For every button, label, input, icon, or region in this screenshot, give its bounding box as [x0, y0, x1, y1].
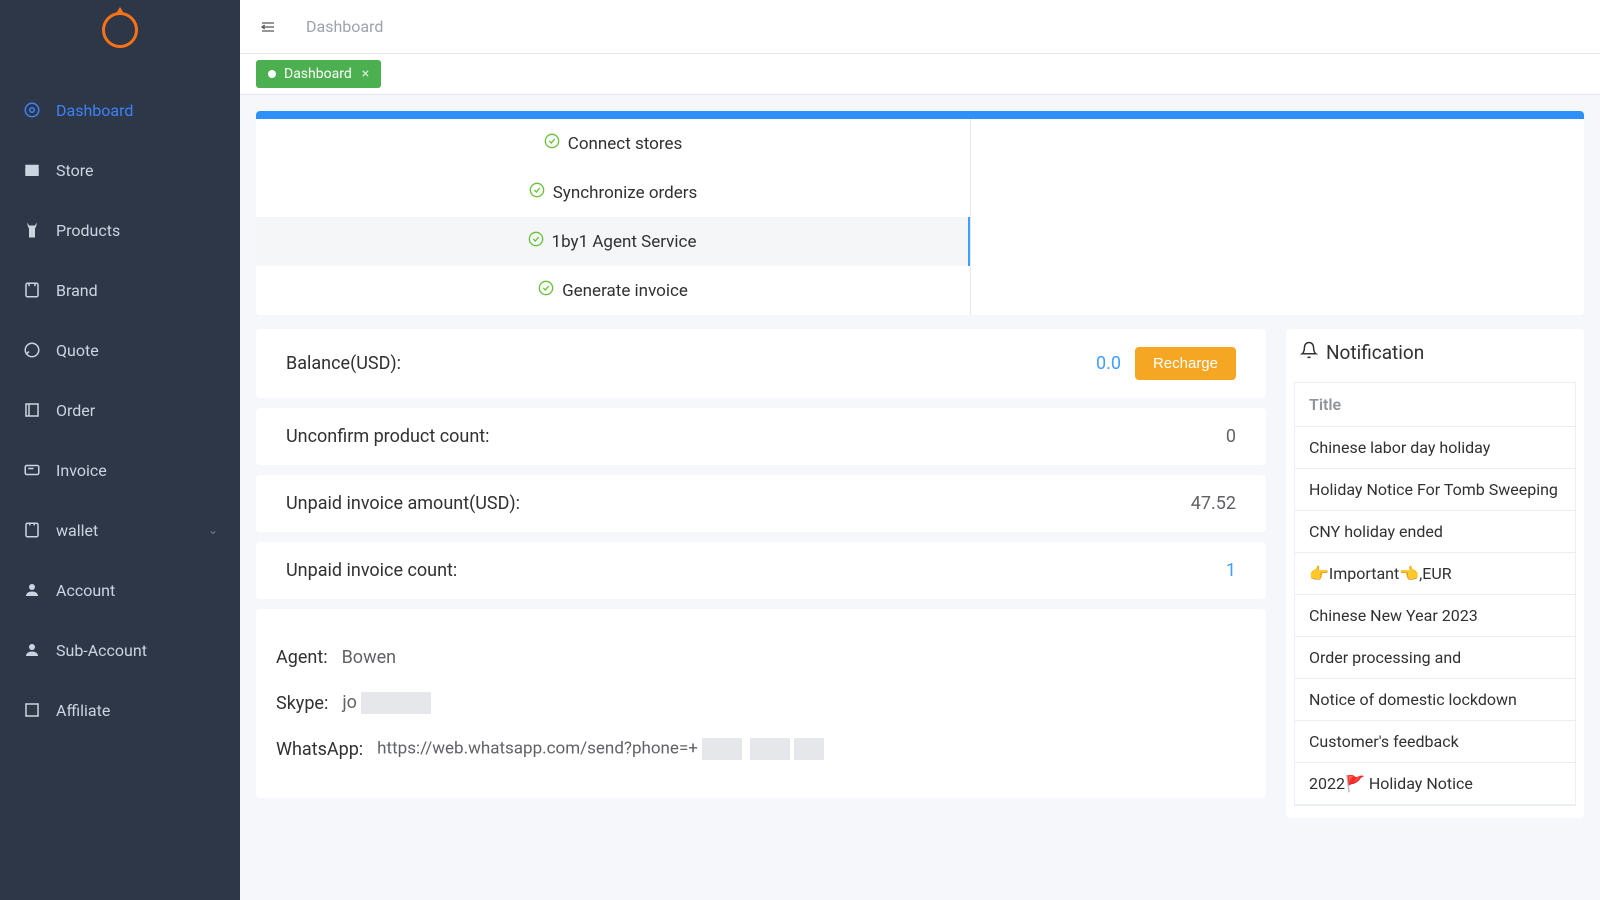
notification-item[interactable]: Order processing and — [1295, 637, 1575, 679]
notification-item[interactable]: Holiday Notice For Tomb Sweeping — [1295, 469, 1575, 511]
check-circle-icon — [544, 133, 560, 154]
nav: Dashboard Store Products Brand — [0, 60, 240, 740]
sidebar-item-store[interactable]: Store — [0, 140, 240, 200]
sidebar-item-products[interactable]: Products — [0, 200, 240, 260]
sidebar-item-order[interactable]: Order — [0, 380, 240, 440]
unpaid-amount-label: Unpaid invoice amount(USD): — [286, 493, 520, 514]
unpaid-count-card: Unpaid invoice count: 1 — [256, 542, 1266, 599]
sidebar-item-account[interactable]: Account — [0, 560, 240, 620]
sidebar-item-wallet[interactable]: wallet ⌄ — [0, 500, 240, 560]
step-label: 1by1 Agent Service — [552, 232, 697, 252]
sidebar-item-label: Brand — [56, 281, 98, 300]
sidebar-item-label: Quote — [56, 341, 99, 360]
breadcrumb: Dashboard — [306, 17, 383, 36]
notification-item[interactable]: 2022🚩 Holiday Notice — [1295, 763, 1575, 805]
whatsapp-link[interactable]: https://web.whatsapp.com/send?phone=+ — [377, 738, 824, 760]
tab-dashboard[interactable]: Dashboard × — [256, 60, 381, 88]
invoice-icon — [22, 460, 42, 480]
skype-value: jo — [342, 692, 431, 714]
balance-value: 0.0 — [1096, 353, 1121, 374]
notification-column-header: Title — [1295, 383, 1575, 427]
sidebar-item-affiliate[interactable]: Affiliate — [0, 680, 240, 740]
notification-item[interactable]: Notice of domestic lockdown — [1295, 679, 1575, 721]
step-synchronize-orders[interactable]: Synchronize orders — [256, 168, 970, 217]
notification-item[interactable]: CNY holiday ended — [1295, 511, 1575, 553]
wallet-icon — [22, 520, 42, 540]
sidebar-item-brand[interactable]: Brand — [0, 260, 240, 320]
notification-item[interactable]: Customer's feedback — [1295, 721, 1575, 763]
sidebar-item-label: Affiliate — [56, 701, 110, 720]
progress-bar — [256, 111, 1584, 119]
notification-panel: Notification Title Chinese labor day hol… — [1286, 329, 1584, 818]
sidebar-item-invoice[interactable]: Invoice — [0, 440, 240, 500]
step-label: Generate invoice — [562, 281, 688, 301]
balance-label: Balance(USD): — [286, 353, 401, 374]
sidebar-item-label: Account — [56, 581, 115, 600]
dashboard-icon — [22, 100, 42, 120]
skype-label: Skype: — [276, 693, 328, 714]
bell-icon — [1300, 341, 1318, 364]
sidebar-collapse-button[interactable] — [258, 17, 278, 37]
step-label: Synchronize orders — [553, 183, 698, 203]
tabbar: Dashboard × — [240, 54, 1600, 95]
unpaid-count-label: Unpaid invoice count: — [286, 560, 457, 581]
check-circle-icon — [538, 280, 554, 301]
subaccount-icon — [22, 640, 42, 660]
sidebar-item-label: Sub-Account — [56, 641, 147, 660]
sidebar-item-label: Store — [56, 161, 93, 180]
account-icon — [22, 580, 42, 600]
agent-label: Agent: — [276, 647, 328, 668]
step-label: Connect stores — [568, 134, 682, 154]
recharge-button[interactable]: Recharge — [1135, 347, 1236, 380]
tab-label: Dashboard — [284, 66, 352, 82]
balance-card: Balance(USD): 0.0 Recharge — [256, 329, 1266, 398]
logo-icon — [102, 12, 138, 48]
unpaid-count-value[interactable]: 1 — [1226, 560, 1236, 581]
agent-info-card: Agent: Bowen Skype: jo WhatsApp: https:/… — [256, 609, 1266, 798]
logo — [0, 0, 240, 60]
sidebar-item-subaccount[interactable]: Sub-Account — [0, 620, 240, 680]
affiliate-icon — [22, 700, 42, 720]
step-detail-panel — [970, 119, 1584, 315]
step-generate-invoice[interactable]: Generate invoice — [256, 266, 970, 315]
step-agent-service[interactable]: 1by1 Agent Service — [256, 217, 971, 266]
unpaid-amount-card: Unpaid invoice amount(USD): 47.52 — [256, 475, 1266, 532]
sidebar-item-label: Dashboard — [56, 101, 133, 120]
sidebar-item-label: Invoice — [56, 461, 107, 480]
whatsapp-label: WhatsApp: — [276, 739, 363, 760]
sidebar: Dashboard Store Products Brand — [0, 0, 240, 900]
sidebar-item-quote[interactable]: Quote — [0, 320, 240, 380]
products-icon — [22, 220, 42, 240]
sidebar-item-label: Order — [56, 401, 95, 420]
onboarding-steps-card: Connect stores Synchronize orders — [256, 111, 1584, 315]
notification-item[interactable]: 👉Important👈,EUR — [1295, 553, 1575, 595]
step-connect-stores[interactable]: Connect stores — [256, 119, 970, 168]
sidebar-item-label: Products — [56, 221, 120, 240]
close-icon[interactable]: × — [362, 66, 369, 82]
notification-table: Title Chinese labor day holiday Holiday … — [1294, 382, 1576, 806]
quote-icon — [22, 340, 42, 360]
notification-title: Notification — [1326, 341, 1424, 364]
unconfirm-product-card: Unconfirm product count: 0 — [256, 408, 1266, 465]
check-circle-icon — [528, 231, 544, 252]
sidebar-item-dashboard[interactable]: Dashboard — [0, 80, 240, 140]
store-icon — [22, 160, 42, 180]
notification-item[interactable]: Chinese labor day holiday — [1295, 427, 1575, 469]
sidebar-item-label: wallet — [56, 521, 98, 540]
unpaid-amount-value: 47.52 — [1191, 493, 1236, 514]
order-icon — [22, 400, 42, 420]
notification-item[interactable]: Chinese New Year 2023 — [1295, 595, 1575, 637]
tab-active-indicator — [268, 70, 276, 78]
chevron-down-icon: ⌄ — [208, 523, 218, 537]
unconfirm-value: 0 — [1226, 426, 1236, 447]
check-circle-icon — [529, 182, 545, 203]
brand-icon — [22, 280, 42, 300]
unconfirm-label: Unconfirm product count: — [286, 426, 490, 447]
topbar: Dashboard — [240, 0, 1600, 54]
agent-name: Bowen — [342, 647, 397, 668]
